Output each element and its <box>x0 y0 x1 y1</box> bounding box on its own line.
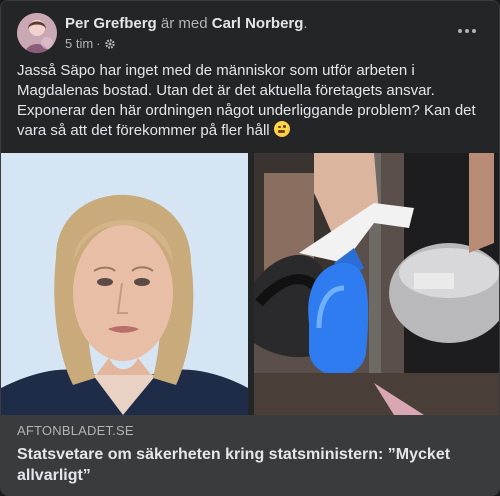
avatar-image <box>17 13 57 53</box>
avatar[interactable] <box>17 13 57 53</box>
winking-face-emoji <box>273 121 290 137</box>
portrait-photo[interactable] <box>1 153 248 415</box>
author-line: Per Grefberg är med Carl Norberg. <box>65 14 308 34</box>
timestamp[interactable]: 5 tim <box>65 36 93 52</box>
period: . <box>303 15 308 32</box>
post-card: Per Grefberg är med Carl Norberg. 5 tim … <box>0 0 500 496</box>
post-header: Per Grefberg är med Carl Norberg. 5 tim … <box>17 13 483 55</box>
post-body: Jasså Säpo har inget med de människor so… <box>17 62 476 139</box>
with-text: är med <box>160 15 208 32</box>
post-meta: 5 tim · <box>65 36 116 52</box>
meta-separator: · <box>96 36 101 51</box>
more-options-icon[interactable] <box>453 21 481 41</box>
cleaning-photo[interactable] <box>254 153 499 415</box>
author-name[interactable]: Per Grefberg <box>65 15 157 32</box>
gear-icon[interactable] <box>104 38 116 50</box>
link-headline[interactable]: Statsvetare om säkerheten kring statsmin… <box>17 444 485 486</box>
link-images[interactable] <box>1 153 499 415</box>
post-text: Jasså Säpo har inget med de människor so… <box>17 61 477 141</box>
link-domain: AFTONBLADET.SE <box>17 423 134 438</box>
tagged-name[interactable]: Carl Norberg <box>212 15 304 32</box>
link-preview[interactable]: AFTONBLADET.SE Statsvetare om säkerheten… <box>1 415 499 495</box>
